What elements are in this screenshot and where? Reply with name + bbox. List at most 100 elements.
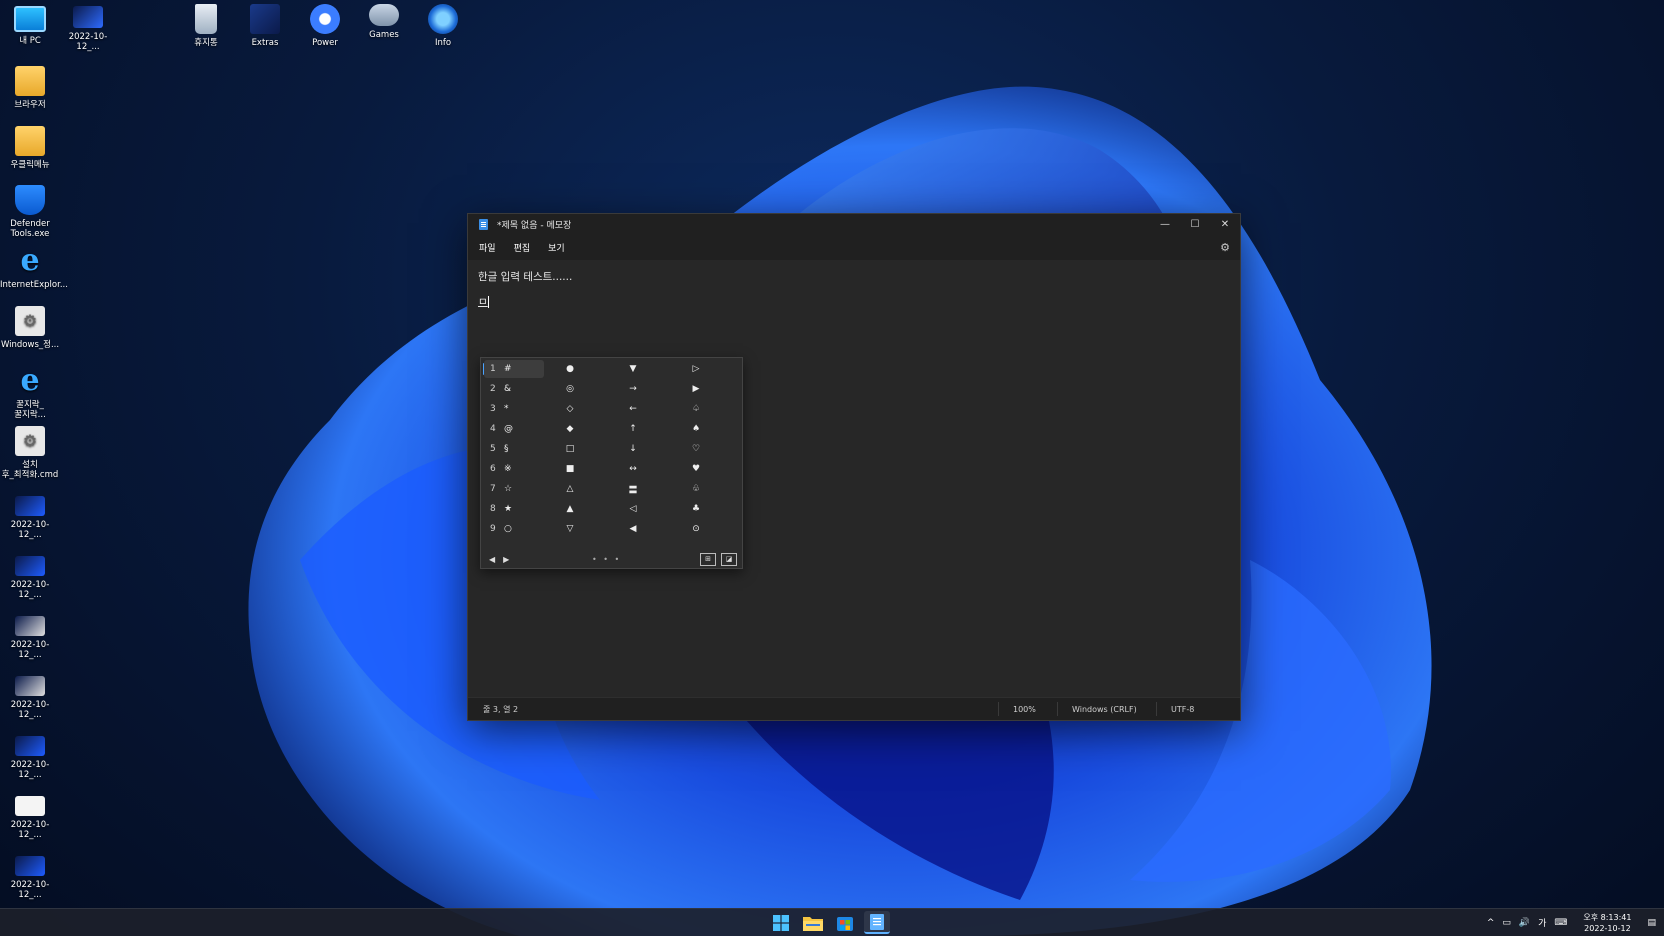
desktop-icon-browser[interactable]: 브라우저: [0, 66, 60, 110]
info-icon: [428, 4, 458, 34]
settings-gear-icon[interactable]: ⚙: [1210, 241, 1240, 254]
title-bar[interactable]: *제목 없음 - 메모장 — ☐ ✕: [468, 214, 1240, 234]
candidate-symbol[interactable]: ▷: [686, 359, 706, 379]
desktop-icon-optimize-cmd[interactable]: ⚙ 설치 후_최적화.cmd: [0, 426, 60, 480]
candidate-cell[interactable]: 4 @: [484, 420, 544, 438]
notification-icon[interactable]: ▤: [1643, 918, 1664, 928]
candidate-symbol[interactable]: ◇: [560, 399, 580, 419]
candidate-symbol[interactable]: ◀: [623, 519, 643, 539]
candidate-row[interactable]: 5 § □ ↓ ♡: [481, 439, 742, 459]
desktop-icon-screenshot[interactable]: 2022-10-12_...: [0, 496, 60, 540]
desktop-icon-defender-tools[interactable]: Defender Tools.exe: [0, 185, 60, 239]
candidate-symbol[interactable]: ♠: [686, 419, 706, 439]
desktop-icon-screenshot[interactable]: 2022-10-12_...: [0, 796, 60, 840]
desktop-icon-screenshot[interactable]: 2022-10-12_...: [0, 676, 60, 720]
candidate-symbol[interactable]: △: [560, 479, 580, 499]
menu-edit[interactable]: 편집: [505, 241, 540, 254]
candidate-row[interactable]: 7 ☆ △ 〓 ♧: [481, 479, 742, 499]
screenshot-icon: [73, 6, 103, 28]
desktop-icon-games[interactable]: Games: [354, 4, 414, 40]
desktop-icon-screenshot[interactable]: 2022-10-12_...: [0, 736, 60, 780]
candidate-symbol[interactable]: ♤: [686, 399, 706, 419]
candidate-symbol[interactable]: ⊙: [686, 519, 706, 539]
candidate-row[interactable]: 8 ★ ▲ ◁ ♣: [481, 499, 742, 519]
store-button[interactable]: [832, 911, 858, 934]
candidate-symbol[interactable]: ♡: [686, 439, 706, 459]
expand-table-icon[interactable]: ⊞: [700, 552, 716, 566]
candidate-cell[interactable]: 1 #: [484, 360, 544, 378]
desktop-icon-screenshot[interactable]: 2022-10-12_...: [0, 856, 60, 900]
candidate-symbol[interactable]: ♧: [686, 479, 706, 499]
candidate-row[interactable]: 9 ○ ▽ ◀ ⊙: [481, 519, 742, 539]
desktop-icon-rightclick-menu[interactable]: 우클릭메뉴: [0, 126, 60, 170]
tray-chevron-icon[interactable]: ^: [1483, 918, 1499, 928]
candidate-cell[interactable]: 7 ☆: [484, 480, 544, 498]
start-button[interactable]: [768, 911, 794, 934]
menu-view[interactable]: 보기: [539, 241, 574, 254]
menu-file[interactable]: 파일: [468, 241, 505, 254]
candidate-row[interactable]: 4 @ ◆ ↑ ♠: [481, 419, 742, 439]
keyboard-icon[interactable]: ⌨: [1550, 918, 1571, 928]
ime-candidate-window: 1# ● ▼ ▷ 2& ◎ → ▶ 3* ◇ ← ♤ 4@ ◆ ↑ ♠: [480, 357, 743, 569]
candidate-symbol[interactable]: →: [623, 379, 643, 399]
emoji-panel-icon[interactable]: ◪: [721, 552, 737, 566]
notepad-window: *제목 없음 - 메모장 — ☐ ✕ 파일 편집 보기 ⚙ 한글 입력 테스트.…: [467, 213, 1241, 721]
desktop-icon-this-pc[interactable]: 내 PC: [0, 6, 60, 46]
desktop-icon-windows-settings[interactable]: ⚙ Windows_정...: [0, 306, 60, 350]
extras-icon: [250, 4, 280, 34]
desktop-icon-kkuljirak[interactable]: e 꿀지락_ 꿀지락...: [0, 366, 60, 421]
candidate-symbol[interactable]: ◁: [623, 499, 643, 519]
candidate-cell[interactable]: 3 *: [484, 400, 544, 418]
notepad-taskbar-button[interactable]: [864, 911, 890, 934]
text-editor[interactable]: 한글 입력 테스트...... ㅁ 1 # ● ▼ ▷ 2 & ◎ → ▶ 3 * ◇…: [468, 260, 1240, 698]
desktop-icon-recycle-bin[interactable]: 휴지통: [176, 4, 236, 48]
candidate-cell[interactable]: 5 §: [484, 440, 544, 458]
candidate-cell[interactable]: 9 ○: [484, 520, 544, 538]
desktop-icon-internet-explorer[interactable]: e InternetExplor...: [0, 246, 68, 291]
desktop-icon-screenshot[interactable]: 2022-10-12_...: [58, 6, 118, 52]
candidate-symbol[interactable]: ↓: [623, 439, 643, 459]
prev-page-icon[interactable]: ◀: [485, 555, 499, 564]
desktop-icon-info[interactable]: Info: [413, 4, 473, 48]
desktop-icon-screenshot[interactable]: 2022-10-12_...: [0, 616, 60, 660]
candidate-row[interactable]: 3 * ◇ ← ♤: [481, 399, 742, 419]
clock[interactable]: 오후 8:13:41 2022-10-12: [1571, 912, 1643, 934]
candidate-cell[interactable]: 8 ★: [484, 500, 544, 518]
candidate-symbol[interactable]: ↑: [623, 419, 643, 439]
next-page-icon[interactable]: ▶: [499, 555, 513, 564]
candidate-symbol[interactable]: ♣: [686, 499, 706, 519]
candidate-symbol[interactable]: ▽: [560, 519, 580, 539]
maximize-button[interactable]: ☐: [1180, 214, 1210, 234]
screenshot-icon: [15, 496, 45, 516]
candidate-symbol[interactable]: ♥: [686, 459, 706, 479]
candidate-row[interactable]: 6 ※ ■ ↔ ♥: [481, 459, 742, 479]
candidate-number: 9: [490, 524, 496, 534]
candidate-symbol[interactable]: 〓: [623, 479, 643, 499]
close-button[interactable]: ✕: [1210, 214, 1240, 234]
candidate-row[interactable]: 1 # ● ▼ ▷: [481, 359, 742, 379]
cursor-position: 줄 3, 열 2: [483, 704, 519, 714]
candidate-symbol[interactable]: ▲: [560, 499, 580, 519]
file-explorer-button[interactable]: [800, 911, 826, 934]
network-icon[interactable]: ▭: [1498, 918, 1515, 928]
candidate-symbol[interactable]: ◆: [560, 419, 580, 439]
candidate-cell[interactable]: 2 &: [484, 380, 544, 398]
candidate-row[interactable]: 2 & ◎ → ▶: [481, 379, 742, 399]
desktop-icon-extras[interactable]: Extras: [235, 4, 295, 48]
candidate-cell[interactable]: 6 ※: [484, 460, 544, 478]
volume-icon[interactable]: 🔊: [1515, 918, 1534, 928]
candidate-symbol[interactable]: □: [560, 439, 580, 459]
candidate-symbol[interactable]: ▶: [686, 379, 706, 399]
minimize-button[interactable]: —: [1150, 214, 1180, 234]
ime-mode-indicator[interactable]: 가: [1534, 916, 1550, 929]
candidate-number: 1: [490, 364, 496, 374]
desktop-icon-power[interactable]: Power: [295, 4, 355, 48]
candidate-symbol[interactable]: ▼: [623, 359, 643, 379]
candidate-symbol[interactable]: ↔: [623, 459, 643, 479]
candidate-symbol[interactable]: ■: [560, 459, 580, 479]
candidate-symbol[interactable]: ◎: [560, 379, 580, 399]
candidate-symbol[interactable]: ●: [560, 359, 580, 379]
screenshot-icon: [15, 856, 45, 876]
candidate-symbol[interactable]: ←: [623, 399, 643, 419]
desktop-icon-screenshot[interactable]: 2022-10-12_...: [0, 556, 60, 600]
